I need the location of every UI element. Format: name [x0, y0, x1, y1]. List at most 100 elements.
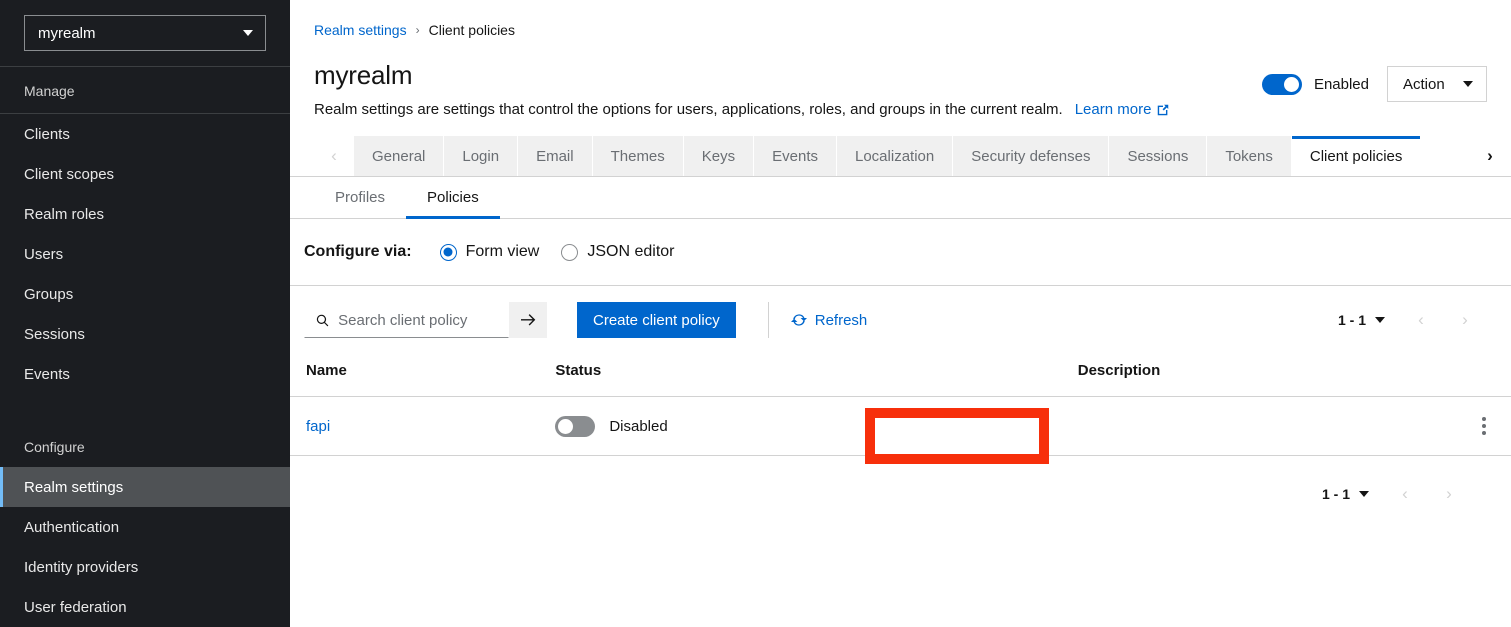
sidebar-item-client-scopes[interactable]: Client scopes [0, 154, 290, 194]
tab-events[interactable]: Events [754, 136, 837, 176]
tab-label: Tokens [1225, 148, 1273, 165]
realm-enabled-label: Enabled [1314, 76, 1369, 93]
column-header-status: Status [539, 354, 1037, 397]
sidebar-item-label: Identity providers [24, 559, 138, 576]
sidebar-item-events[interactable]: Events [0, 354, 290, 394]
tab-tokens[interactable]: Tokens [1207, 136, 1292, 176]
sidebar-item-sessions[interactable]: Sessions [0, 314, 290, 354]
pagination-top: 1 - 1 ‹ › [1338, 302, 1487, 338]
sidebar-item-groups[interactable]: Groups [0, 274, 290, 314]
radio-json-editor[interactable]: JSON editor [561, 243, 674, 261]
cell-name: fapi [290, 397, 539, 456]
tab-label: Themes [611, 148, 665, 165]
caret-down-icon [1463, 81, 1473, 87]
tab-security-defenses[interactable]: Security defenses [953, 136, 1109, 176]
tab-sessions[interactable]: Sessions [1109, 136, 1207, 176]
radio-json-editor-indicator[interactable] [561, 244, 578, 261]
subtab-label: Profiles [335, 189, 385, 206]
sidebar: myrealm Manage Clients Client scopes Rea… [0, 0, 290, 627]
sidebar-item-clients[interactable]: Clients [0, 114, 290, 154]
toolbar-divider [768, 302, 769, 338]
configure-via-row: Configure via: Form view JSON editor [290, 219, 1511, 286]
tabs-scroll-right-button[interactable]: › [1469, 136, 1511, 176]
cell-description [1038, 397, 1452, 456]
pagination-top-range-dropdown[interactable]: 1 - 1 [1338, 312, 1399, 328]
nav-spacer [0, 394, 290, 411]
pagination-top-next-button[interactable]: › [1443, 302, 1487, 338]
tab-label: Login [462, 148, 499, 165]
sidebar-item-label: Clients [24, 126, 70, 143]
client-policies-table: Name Status Description fapi [290, 354, 1511, 456]
policies-toolbar: Create client policy Refresh 1 - 1 ‹ › [290, 286, 1511, 354]
action-dropdown-button[interactable]: Action [1387, 66, 1487, 102]
action-dropdown-label: Action [1403, 76, 1445, 93]
column-header-name: Name [290, 354, 539, 397]
sidebar-item-realm-settings[interactable]: Realm settings [0, 467, 290, 507]
refresh-icon [791, 312, 807, 328]
radio-form-view[interactable]: Form view [440, 243, 540, 261]
search-input[interactable] [338, 312, 498, 329]
pagination-top-range: 1 - 1 [1338, 312, 1366, 328]
tab-localization[interactable]: Localization [837, 136, 953, 176]
toggle-knob [558, 419, 573, 434]
arrow-right-icon [520, 313, 537, 328]
pagination-bottom-next-button[interactable]: › [1427, 476, 1471, 512]
tab-client-policies[interactable]: Client policies [1292, 136, 1422, 176]
realm-enabled-group: Enabled [1262, 74, 1369, 95]
subtab-policies[interactable]: Policies [406, 177, 500, 218]
refresh-button[interactable]: Refresh [791, 312, 868, 329]
header-actions: Enabled Action [1262, 60, 1487, 102]
search-icon [316, 313, 329, 328]
toggle-knob [1284, 77, 1299, 92]
tab-label: Events [772, 148, 818, 165]
sidebar-item-user-federation[interactable]: User federation [0, 587, 290, 627]
sidebar-item-label: Sessions [24, 326, 85, 343]
external-link-icon [1156, 103, 1170, 117]
create-client-policy-button[interactable]: Create client policy [577, 302, 736, 338]
realm-selector[interactable]: myrealm [24, 15, 266, 51]
radio-form-view-indicator[interactable] [440, 244, 457, 261]
pagination-bottom-range: 1 - 1 [1322, 486, 1350, 502]
configure-via-radio-group: Form view JSON editor [440, 243, 675, 261]
realm-enabled-toggle[interactable] [1262, 74, 1302, 95]
tab-email[interactable]: Email [518, 136, 593, 176]
kebab-menu-icon[interactable] [1473, 413, 1495, 439]
caret-down-icon [1375, 317, 1385, 323]
search-submit-button[interactable] [509, 302, 547, 338]
configure-via-label: Configure via: [304, 243, 412, 261]
sidebar-item-identity-providers[interactable]: Identity providers [0, 547, 290, 587]
tab-themes[interactable]: Themes [593, 136, 684, 176]
policy-link-fapi[interactable]: fapi [306, 418, 330, 435]
table-row: fapi Disabled [290, 397, 1511, 456]
table-head: Name Status Description [290, 354, 1511, 397]
pagination-top-prev-button[interactable]: ‹ [1399, 302, 1443, 338]
sidebar-item-label: Realm roles [24, 206, 104, 223]
learn-more-link[interactable]: Learn more [1075, 101, 1171, 118]
kebab-dot [1482, 417, 1486, 421]
radio-form-view-label: Form view [466, 243, 540, 261]
breadcrumb-link-realm-settings[interactable]: Realm settings [314, 22, 407, 38]
subtab-label: Policies [427, 189, 479, 206]
app-root: myrealm Manage Clients Client scopes Rea… [0, 0, 1511, 627]
title-row: myrealm Realm settings are settings that… [314, 60, 1487, 118]
tab-login[interactable]: Login [444, 136, 518, 176]
tab-keys[interactable]: Keys [684, 136, 754, 176]
chevron-down-icon [243, 30, 253, 36]
status-toggle-fapi[interactable] [555, 416, 595, 437]
sidebar-item-realm-roles[interactable]: Realm roles [0, 194, 290, 234]
tab-general[interactable]: General [354, 136, 444, 176]
sidebar-item-label: Authentication [24, 519, 119, 536]
sidebar-item-users[interactable]: Users [0, 234, 290, 274]
search-group [304, 302, 547, 338]
pagination-bottom-range-dropdown[interactable]: 1 - 1 [1322, 486, 1383, 502]
refresh-label: Refresh [815, 312, 868, 329]
sidebar-item-label: Realm settings [24, 479, 123, 496]
tabs-scroll-left-button[interactable]: ‹ [314, 136, 354, 176]
sidebar-item-authentication[interactable]: Authentication [0, 507, 290, 547]
page-title: myrealm [314, 60, 1262, 90]
subtab-profiles[interactable]: Profiles [314, 177, 406, 218]
sidebar-item-label: Client scopes [24, 166, 114, 183]
tabs-list: General Login Email Themes Keys Events L… [354, 136, 1511, 176]
pagination-bottom-prev-button[interactable]: ‹ [1383, 476, 1427, 512]
sidebar-item-label: Users [24, 246, 63, 263]
